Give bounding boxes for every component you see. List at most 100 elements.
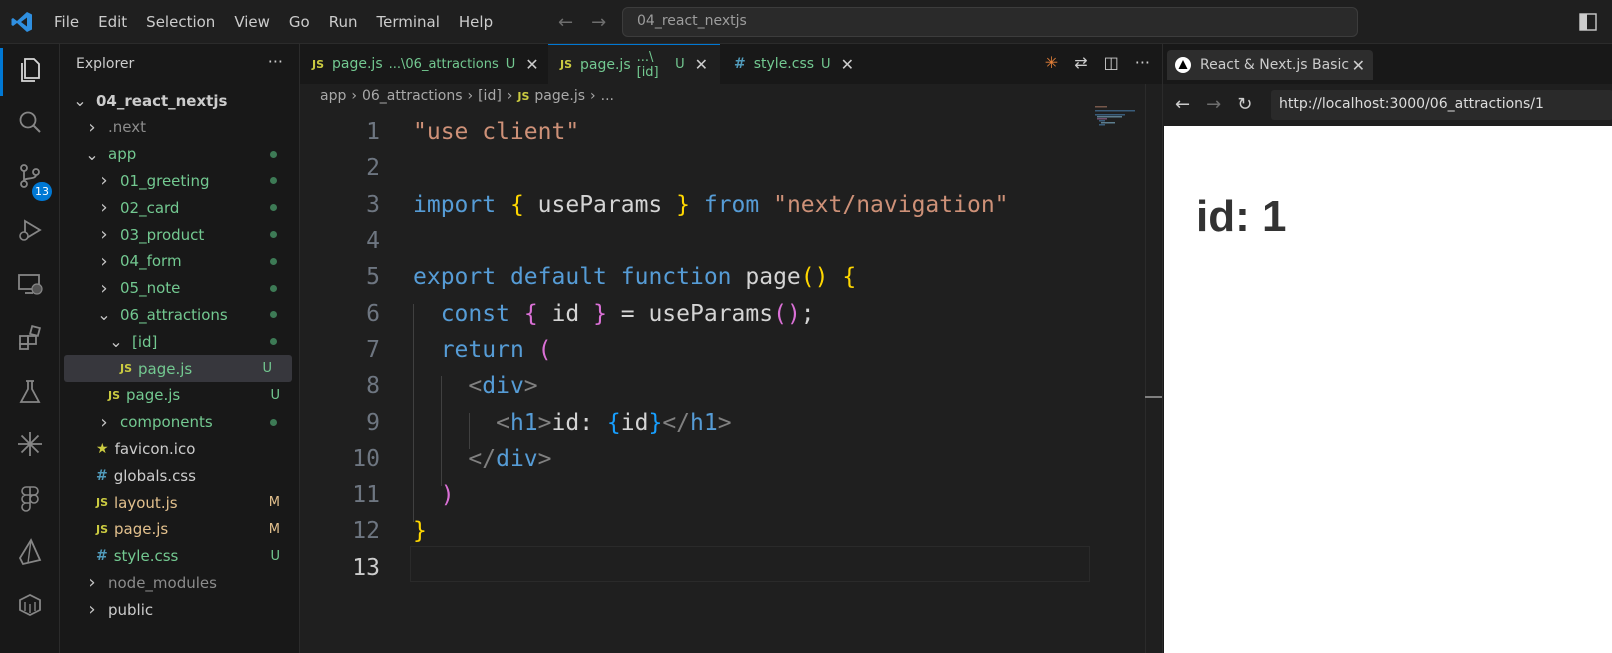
menu-item-run[interactable]: Run [329, 13, 358, 31]
source-control-badge: 13 [32, 182, 52, 201]
prisma-icon[interactable] [16, 538, 44, 566]
tree-item[interactable]: ⌄ 06_attractions [60, 301, 300, 328]
tree-item[interactable]: › 01_greeting [60, 167, 300, 194]
code-text: } [413, 518, 427, 544]
breadcrumb-item[interactable]: app [320, 88, 346, 104]
tree-item[interactable]: JS page.js M [60, 516, 300, 543]
chevron-right-icon: › [506, 88, 513, 104]
forward-arrow-icon[interactable]: → [591, 12, 606, 33]
line-number: 2 [366, 155, 380, 182]
chevron-right-icon: › [467, 88, 474, 104]
menu-item-file[interactable]: File [54, 13, 79, 31]
sparkle-icon[interactable] [16, 430, 44, 458]
layout-toggle-icon[interactable] [1578, 12, 1598, 32]
menu-item-edit[interactable]: Edit [98, 13, 127, 31]
testing-icon[interactable] [16, 378, 44, 406]
tree-item[interactable]: ⌄ [id] [60, 328, 300, 355]
remote-explorer-icon[interactable] [16, 270, 44, 298]
back-arrow-icon[interactable]: ← [558, 12, 573, 33]
editor-tab[interactable]: JS page.js ...\06_attractions U ✕ [300, 44, 546, 84]
tree-item[interactable]: # globals.css [60, 462, 300, 489]
git-status-badge: M [268, 521, 280, 537]
copilot-sparkle-icon[interactable]: ✳ [1045, 53, 1058, 72]
tree-item[interactable]: › node_modules [60, 569, 300, 596]
browser-back-icon[interactable]: ← [1175, 94, 1190, 115]
code-token: id [620, 409, 649, 436]
more-actions-icon[interactable]: ··· [1135, 53, 1150, 72]
code-line: 11 ) [300, 477, 1100, 513]
git-status-badge: U [505, 56, 516, 72]
files-icon[interactable] [16, 56, 44, 84]
command-center-search[interactable]: 04_react_nextjs [622, 7, 1358, 37]
tree-item[interactable]: › 04_form [60, 248, 300, 275]
css-file-icon: # [96, 548, 108, 565]
minimap[interactable] [1095, 106, 1145, 136]
tree-item[interactable]: ⌄ app [60, 141, 300, 168]
close-icon[interactable]: ✕ [1352, 56, 1365, 75]
javascript-file-icon: JS [120, 362, 133, 375]
tree-item[interactable]: › components [60, 409, 300, 436]
split-editor-icon[interactable]: ◫ [1104, 53, 1119, 72]
explorer-more-actions[interactable]: ··· [268, 52, 283, 71]
extensions-icon[interactable] [16, 324, 44, 352]
breadcrumb-item[interactable]: 06_attractions [362, 88, 463, 104]
menu-bar: File Edit Selection View Go Run Terminal Help [54, 0, 512, 44]
git-change-dot [270, 284, 277, 292]
close-icon[interactable]: ✕ [841, 55, 854, 74]
tree-item-label: favicon.ico [114, 439, 196, 458]
reload-icon[interactable]: ↻ [1237, 94, 1252, 115]
url-input[interactable]: http://localhost:3000/06_attractions/1 [1271, 90, 1612, 120]
browser-nav: ← → ↻ [1175, 94, 1252, 115]
close-icon[interactable]: ✕ [695, 55, 708, 74]
code-token: > [717, 409, 732, 436]
tree-item[interactable]: › 02_card [60, 194, 300, 221]
tree-item[interactable]: › .next [60, 114, 300, 141]
tab-label: page.js [580, 56, 631, 73]
tree-item[interactable]: ★ favicon.ico [60, 435, 300, 462]
breadcrumb-item[interactable]: [id] [478, 88, 502, 104]
code-token: > [523, 373, 538, 400]
code-token: < [468, 373, 483, 400]
tree-item-label: 04_react_nextjs [96, 91, 228, 110]
tree-item-label: node_modules [108, 573, 217, 592]
close-icon[interactable]: ✕ [525, 55, 538, 74]
tree-item[interactable]: JS page.js U [60, 382, 300, 409]
tree-item[interactable]: › 03_product [60, 221, 300, 248]
search-icon[interactable] [16, 108, 44, 136]
code-text: ) [413, 482, 455, 508]
breadcrumb-item[interactable]: ... [601, 88, 614, 104]
editor-tab[interactable]: # style.css U ✕ [722, 44, 872, 84]
browser-tab[interactable]: React & Next.js Basic ✕ [1167, 50, 1373, 80]
figma-icon[interactable] [16, 484, 44, 512]
editor-tab[interactable]: JS page.js ...\[id] U ✕ [548, 44, 720, 84]
menu-item-help[interactable]: Help [459, 13, 493, 31]
tree-item[interactable]: › 05_note [60, 275, 300, 302]
code-line: 2 [300, 150, 1100, 186]
active-indicator [0, 48, 3, 96]
menu-item-view[interactable]: View [234, 13, 270, 31]
code-line: 8 <div> [300, 368, 1100, 404]
docker-icon[interactable] [16, 590, 44, 618]
css-file-icon: # [734, 56, 746, 72]
code-token: </ [468, 445, 497, 472]
tree-item[interactable]: ⌄ 04_react_nextjs [60, 87, 300, 114]
code-token: useParams [523, 191, 677, 218]
code-line: 7 return ( [300, 332, 1100, 368]
code-token: function [620, 264, 732, 291]
tree-item[interactable]: › public [60, 596, 300, 623]
menu-item-terminal[interactable]: Terminal [377, 13, 440, 31]
browser-forward-icon[interactable]: → [1206, 94, 1221, 115]
editor-actions: ✳ ⇄ ◫ ··· [1045, 53, 1150, 72]
tree-item[interactable]: JS page.js U [64, 355, 292, 382]
breadcrumb-item[interactable]: page.js [534, 88, 585, 104]
menu-item-go[interactable]: Go [289, 13, 310, 31]
tree-item[interactable]: # style.css U [60, 543, 300, 570]
compare-changes-icon[interactable]: ⇄ [1074, 53, 1087, 72]
menu-item-selection[interactable]: Selection [146, 13, 215, 31]
run-debug-icon[interactable] [16, 216, 44, 244]
tree-item[interactable]: JS layout.js M [60, 489, 300, 516]
line-number: 9 [366, 409, 380, 436]
code-text: return ( [413, 337, 552, 363]
